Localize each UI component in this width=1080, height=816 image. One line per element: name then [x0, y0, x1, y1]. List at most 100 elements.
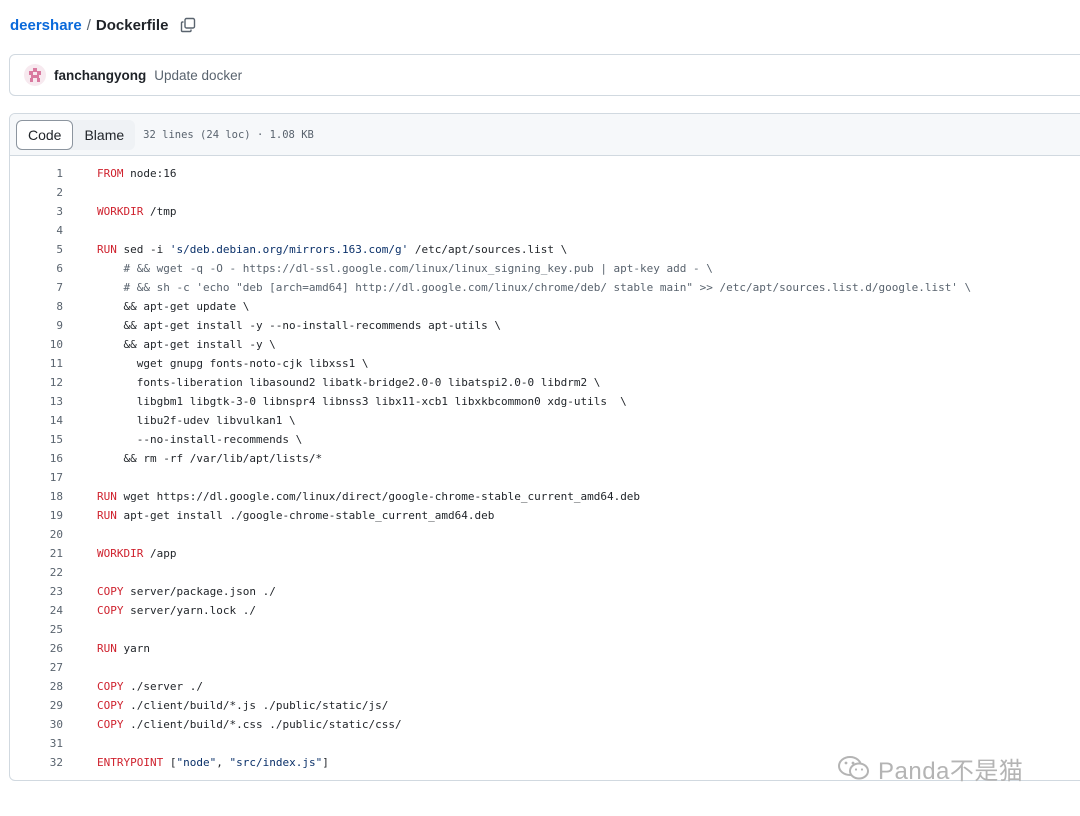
code-line: 21 WORKDIR /app [10, 544, 1080, 563]
line-number[interactable]: 30 [10, 718, 63, 731]
commit-author[interactable]: fanchangyong [54, 68, 146, 83]
code-line: 22 [10, 563, 1080, 582]
line-number[interactable]: 27 [10, 661, 63, 674]
repo-link[interactable]: deershare [10, 17, 82, 34]
file-viewer: Code Blame 32 lines (24 loc) · 1.08 KB 1… [9, 113, 1080, 781]
line-source: --no-install-recommends \ [97, 433, 303, 446]
line-source: ENTRYPOINT ["node", "src/index.js"] [97, 756, 329, 769]
code-text: /tmp [143, 205, 177, 218]
line-number[interactable]: 14 [10, 414, 63, 427]
line-number[interactable]: 16 [10, 452, 63, 465]
code-line: 4 [10, 221, 1080, 240]
copy-icon [181, 17, 196, 33]
code-line: 9 && apt-get install -y --no-install-rec… [10, 316, 1080, 335]
line-number[interactable]: 1 [10, 167, 63, 180]
code-text: /app [143, 547, 177, 560]
line-number[interactable]: 20 [10, 528, 63, 541]
code-line: 5 RUN sed -i 's/deb.debian.org/mirrors.16… [10, 240, 1080, 259]
code-text: && apt-get install -y \ [97, 338, 276, 351]
avatar[interactable] [24, 64, 46, 86]
line-number[interactable]: 17 [10, 471, 63, 484]
line-number[interactable]: 5 [10, 243, 63, 256]
code-string: "node" [176, 756, 217, 769]
file-meta: 32 lines (24 loc) · 1.08 KB [143, 128, 314, 141]
code-text: && apt-get install -y --no-install-recom… [97, 319, 501, 332]
line-number[interactable]: 4 [10, 224, 63, 237]
commit-message[interactable]: Update docker [154, 68, 242, 83]
line-number[interactable]: 22 [10, 566, 63, 579]
code-keyword: RUN [97, 490, 117, 503]
line-number[interactable]: 31 [10, 737, 63, 750]
line-number[interactable]: 7 [10, 281, 63, 294]
code-text: ./server ./ [123, 680, 203, 693]
tab-code[interactable]: Code [16, 119, 74, 150]
line-number[interactable]: 2 [10, 186, 63, 199]
code-line: 18 RUN wget https://dl.google.com/linux/d… [10, 487, 1080, 506]
line-source: && apt-get install -y \ [97, 338, 276, 351]
line-source: # && wget -q -O - https://dl-ssl.google.… [97, 262, 713, 275]
line-number[interactable]: 24 [10, 604, 63, 617]
code-line: 2 [10, 183, 1080, 202]
code-keyword: RUN [97, 642, 117, 655]
line-source: && apt-get update \ [97, 300, 249, 313]
line-source: FROM node:16 [97, 167, 176, 180]
line-number[interactable]: 28 [10, 680, 63, 693]
line-number[interactable]: 13 [10, 395, 63, 408]
code-keyword: FROM [97, 167, 124, 180]
code-text: sed -i [116, 243, 170, 256]
line-number[interactable]: 29 [10, 699, 63, 712]
code-line: 29 COPY ./client/build/*.js ./public/stat… [10, 696, 1080, 715]
line-source: libu2f-udev libvulkan1 \ [97, 414, 296, 427]
view-toggle: Code Blame [16, 119, 136, 150]
code-line: 13 libgbm1 libgtk-3-0 libnspr4 libnss3 l… [10, 392, 1080, 411]
code-keyword: ENTRYPOINT [97, 756, 164, 769]
line-number[interactable]: 12 [10, 376, 63, 389]
code-keyword: COPY [97, 680, 124, 693]
line-number[interactable]: 11 [10, 357, 63, 370]
code-comment: # && wget -q -O - https://dl-ssl.google.… [97, 262, 713, 275]
line-source: && apt-get install -y --no-install-recom… [97, 319, 501, 332]
wechat-icon [838, 756, 869, 780]
code-line: 7 # && sh -c 'echo "deb [arch=amd64] htt… [10, 278, 1080, 297]
code-text: ./client/build/*.js ./public/static/js/ [123, 699, 389, 712]
latest-commit-bar: fanchangyong Update docker [9, 54, 1080, 96]
file-header: Code Blame 32 lines (24 loc) · 1.08 KB [10, 114, 1080, 156]
line-source: libgbm1 libgtk-3-0 libnspr4 libnss3 libx… [97, 395, 627, 408]
line-number[interactable]: 25 [10, 623, 63, 636]
line-number[interactable]: 8 [10, 300, 63, 313]
line-number[interactable]: 23 [10, 585, 63, 598]
line-source: COPY ./server ./ [97, 680, 203, 693]
tab-blame[interactable]: Blame [73, 120, 135, 150]
line-number[interactable]: 3 [10, 205, 63, 218]
code-keyword: WORKDIR [97, 205, 144, 218]
line-source: RUN yarn [97, 642, 150, 655]
line-source: COPY server/yarn.lock ./ [97, 604, 256, 617]
line-number[interactable]: 10 [10, 338, 63, 351]
code-line: 27 [10, 658, 1080, 677]
line-number[interactable]: 21 [10, 547, 63, 560]
line-source: COPY ./client/build/*.css ./public/stati… [97, 718, 402, 731]
code-text: && rm -rf /var/lib/apt/lists/* [97, 452, 323, 465]
line-number[interactable]: 19 [10, 509, 63, 522]
line-source: COPY ./client/build/*.js ./public/static… [97, 699, 388, 712]
line-number[interactable]: 32 [10, 756, 63, 769]
line-number[interactable]: 15 [10, 433, 63, 446]
copy-path-button[interactable] [179, 16, 197, 34]
line-number[interactable]: 18 [10, 490, 63, 503]
line-source: WORKDIR /tmp [97, 205, 176, 218]
code-text: fonts-liberation libasound2 libatk-bridg… [97, 376, 601, 389]
code-line: 26 RUN yarn [10, 639, 1080, 658]
line-number[interactable]: 9 [10, 319, 63, 332]
code-keyword: COPY [97, 604, 124, 617]
code-line: 3 WORKDIR /tmp [10, 202, 1080, 221]
code-text: ] [322, 756, 329, 769]
code-text: --no-install-recommends \ [97, 433, 303, 446]
line-number[interactable]: 26 [10, 642, 63, 655]
code-text: node:16 [123, 167, 177, 180]
code-line: 23 COPY server/package.json ./ [10, 582, 1080, 601]
code-keyword: COPY [97, 718, 124, 731]
code-line: 14 libu2f-udev libvulkan1 \ [10, 411, 1080, 430]
line-number[interactable]: 6 [10, 262, 63, 275]
code-view: 1 FROM node:16 2 3 WORKDIR /tmp 4 5 RUN sed -i … [10, 156, 1080, 772]
code-keyword: WORKDIR [97, 547, 144, 560]
